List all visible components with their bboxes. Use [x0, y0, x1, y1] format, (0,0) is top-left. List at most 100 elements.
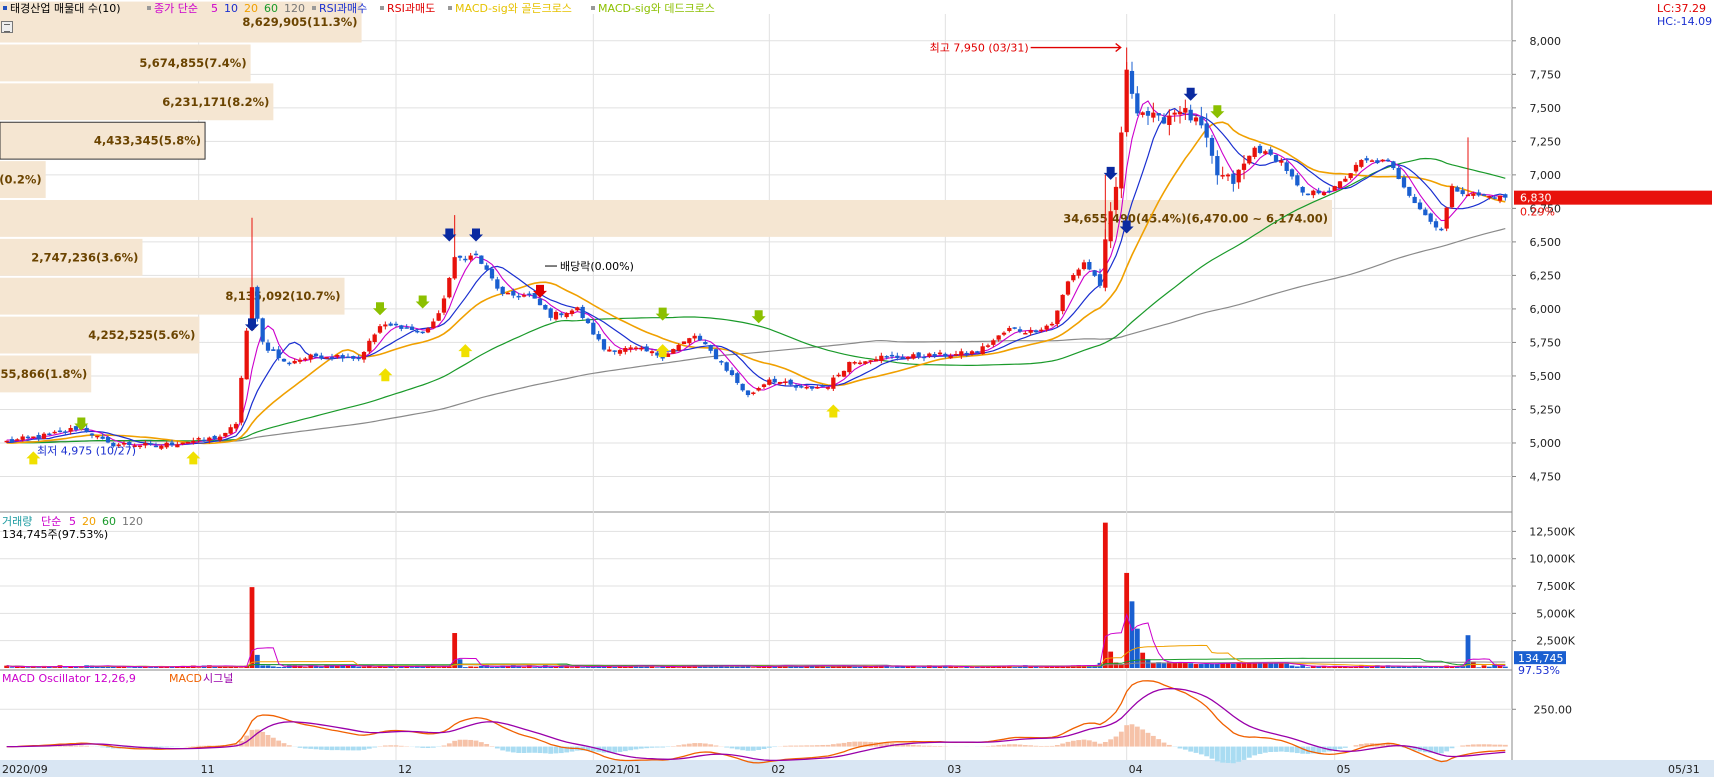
candle-body — [601, 339, 607, 350]
volume-bar — [1294, 666, 1300, 668]
macd-oscillator-bar — [1358, 743, 1364, 747]
candle-body — [1001, 332, 1007, 335]
stock-chart[interactable]: 8,629,905(11.3%) 5,674,855(7.4%) 6,231,171… — [0, 0, 1714, 777]
candle-body — [329, 357, 335, 359]
macd-oscillator-bar — [841, 742, 847, 747]
macd-oscillator-bar — [548, 746, 554, 754]
candle-body — [980, 346, 985, 355]
volume-bar — [1108, 651, 1114, 668]
macd-oscillator-bar — [1257, 746, 1263, 754]
candle-body — [191, 440, 196, 443]
candle-body — [41, 433, 47, 439]
volume-bar — [521, 667, 527, 668]
candle-body — [207, 437, 212, 441]
candle-body — [1113, 186, 1119, 210]
candle-body — [740, 383, 745, 391]
volume-bar — [25, 667, 31, 668]
volume-tick-label: 10,000K — [1529, 553, 1575, 566]
candle-body — [1433, 221, 1439, 228]
candle-body — [1359, 159, 1364, 167]
candle-body — [164, 442, 169, 448]
candle-body — [1103, 239, 1108, 288]
candle-body — [340, 355, 345, 359]
candle-body — [1028, 330, 1033, 333]
candle-body — [1257, 145, 1263, 153]
table-toggle-icon[interactable] — [1, 21, 13, 33]
candle-body — [527, 293, 532, 296]
candle-body — [1385, 159, 1391, 162]
macd-oscillator-bar — [1092, 741, 1098, 747]
candle-body — [1033, 330, 1039, 333]
macd-oscillator-bar — [766, 746, 772, 748]
candle-body — [644, 346, 649, 352]
candle-body — [975, 351, 980, 353]
candle-body — [4, 440, 9, 443]
volume-bar — [270, 666, 276, 668]
candle-body — [89, 433, 95, 436]
candle-body — [377, 326, 383, 333]
macd-oscillator-bar — [537, 746, 543, 754]
x-axis-label: 05/31 — [1668, 763, 1700, 776]
macd-legend-text: 시그널 — [203, 672, 233, 685]
candle-body — [767, 379, 772, 385]
candle-body — [399, 325, 404, 329]
volume-bar — [468, 666, 474, 668]
candle-body — [831, 377, 836, 389]
candle-body — [1241, 163, 1247, 170]
macd-oscillator-bar — [526, 746, 532, 753]
volume-bar — [452, 633, 458, 668]
candle-body — [1503, 194, 1508, 198]
macd-oscillator-bar — [798, 745, 804, 747]
macd-oscillator-bar — [452, 740, 458, 747]
volume-info: 134,745주(97.53%) — [2, 528, 108, 541]
volume-bar — [1012, 667, 1018, 668]
macd-oscillator-bar — [692, 743, 698, 747]
macd-oscillator-bar — [1188, 746, 1194, 752]
candle-body — [169, 442, 175, 446]
volume-bar — [585, 667, 591, 668]
candle-body — [1423, 209, 1428, 216]
candle-body — [1076, 269, 1081, 276]
macd-oscillator-bar — [361, 746, 367, 750]
macd-oscillator-bar — [457, 739, 463, 747]
candle-body — [1017, 329, 1023, 332]
macd-oscillator-bar — [473, 740, 479, 747]
candle-body — [1412, 196, 1417, 204]
volume-bar — [1252, 663, 1258, 668]
volume-bar — [1284, 663, 1290, 668]
macd-oscillator-bar — [612, 746, 618, 753]
volume-profile-label: 154,707(0.2%) — [0, 173, 42, 187]
candle-body — [623, 348, 628, 352]
price-tick-label: 5,000 — [1530, 437, 1562, 450]
candle-body — [1487, 195, 1492, 198]
volume-bar — [1028, 666, 1034, 668]
candle-body — [1417, 202, 1423, 210]
macd-oscillator-bar — [1444, 746, 1450, 752]
macd-oscillator-bar — [281, 743, 287, 747]
candle-body — [815, 387, 820, 389]
macd-oscillator-bar — [425, 746, 431, 748]
macd-oscillator-bar — [820, 744, 826, 747]
price-tick-label: 5,500 — [1530, 370, 1562, 383]
candle-body — [36, 434, 41, 439]
volume-bar — [1257, 663, 1263, 668]
macd-oscillator-bar — [393, 745, 399, 747]
candle-body — [649, 351, 655, 354]
candle-body — [825, 387, 831, 389]
candle-body — [559, 313, 564, 316]
macd-oscillator-bar — [1038, 745, 1044, 747]
macd-oscillator-bar — [1065, 741, 1071, 747]
candle-body — [1065, 281, 1071, 295]
candle-body — [1215, 156, 1220, 176]
candle-body — [201, 439, 207, 442]
candle-body — [1087, 261, 1092, 270]
candle-body — [1471, 193, 1476, 196]
candle-body — [916, 352, 921, 358]
candle-body — [751, 392, 756, 394]
candle-body — [1156, 113, 1161, 116]
volume-bar — [548, 666, 554, 668]
candle-body — [463, 258, 468, 261]
macd-oscillator-bar — [788, 745, 794, 747]
candle-body — [1300, 186, 1305, 193]
macd-oscillator-bar — [430, 746, 436, 748]
